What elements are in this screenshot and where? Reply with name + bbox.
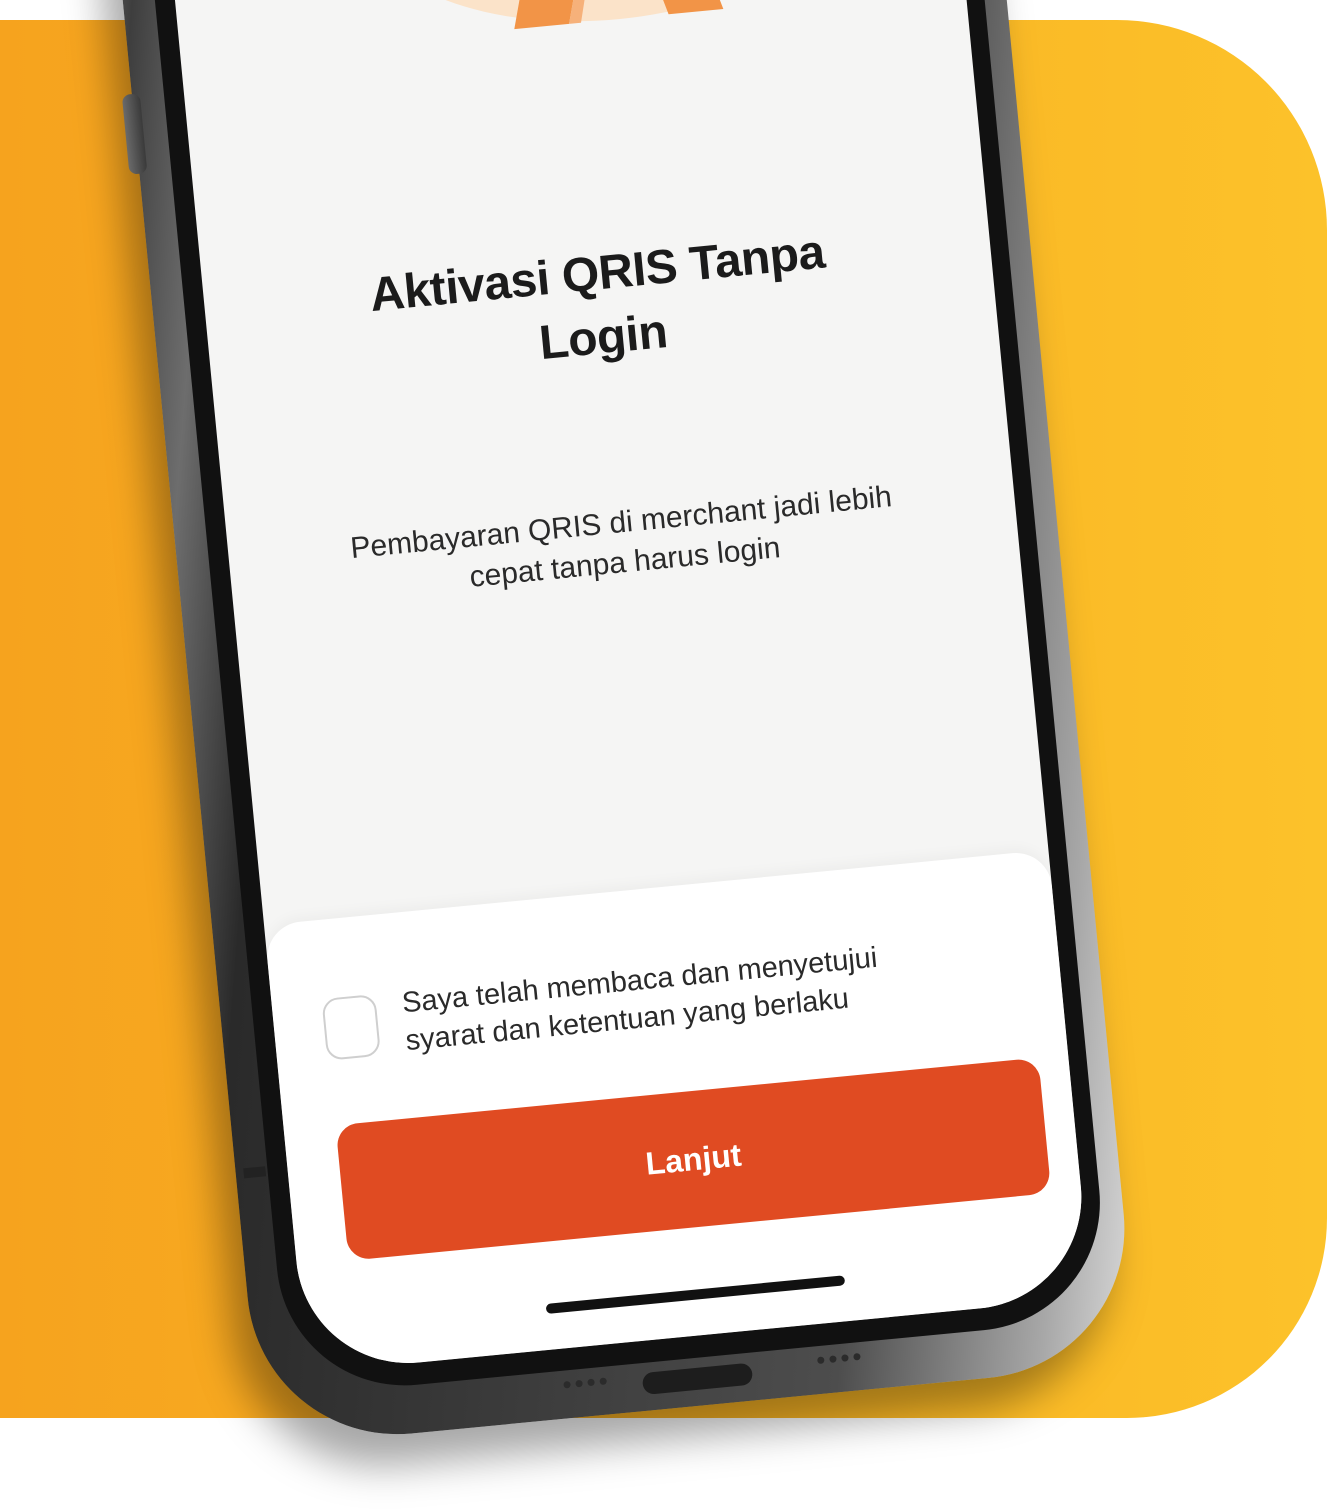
speaker-grille-right: •••• bbox=[814, 1340, 866, 1376]
page-description: Pembayaran QRIS di merchant jadi lebih c… bbox=[348, 480, 894, 594]
phone-mockup: Aktivasi QRIS Tanpa Login Pembayaran QRI… bbox=[81, 0, 1139, 1448]
home-indicator[interactable] bbox=[545, 1275, 846, 1314]
continue-button-label: Lanjut bbox=[643, 1136, 743, 1182]
page-title: Aktivasi QRIS Tanpa Login bbox=[367, 225, 827, 371]
continue-button[interactable]: Lanjut bbox=[335, 1057, 1052, 1261]
checkbox-empty-icon[interactable] bbox=[321, 993, 382, 1061]
terms-agreement-label: Saya telah membaca dan menyetujui syarat… bbox=[400, 941, 879, 1058]
bottom-action-sheet: Saya telah membaca dan menyetujui syarat… bbox=[264, 849, 1092, 1374]
phone-antenna-line bbox=[243, 1166, 267, 1179]
terms-agreement-row[interactable]: Saya telah membaca dan menyetujui syarat… bbox=[321, 925, 1023, 1068]
hero-illustration bbox=[412, 0, 820, 30]
speaker-grille-left: •••• bbox=[561, 1365, 613, 1400]
